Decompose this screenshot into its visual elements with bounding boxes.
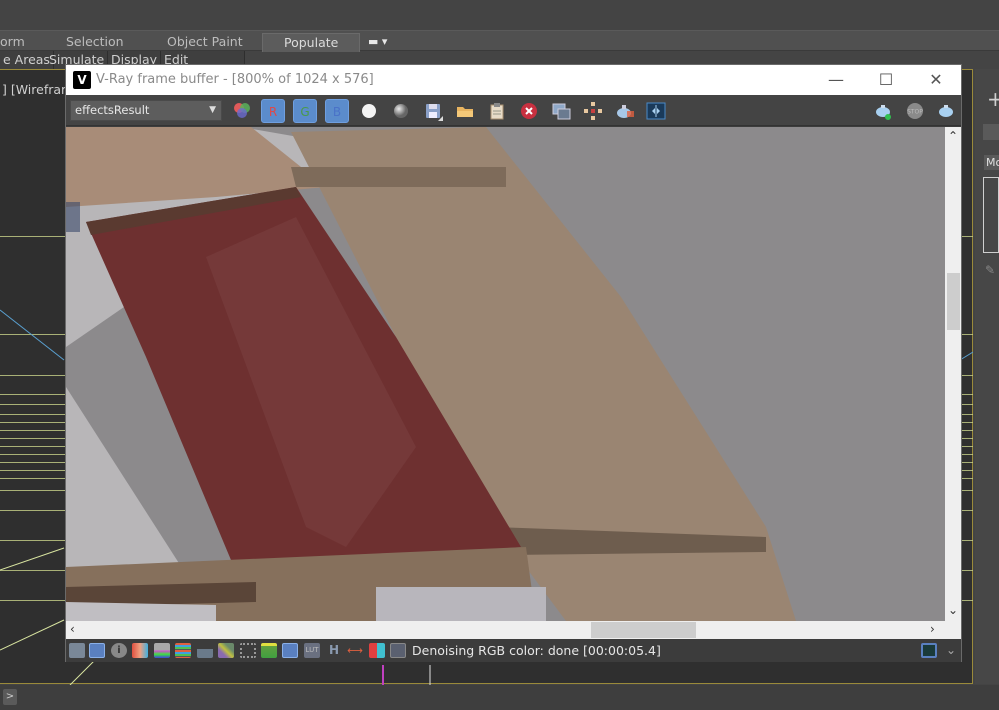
vray-logo-icon: V: [73, 71, 91, 89]
ribbon-tab-selection[interactable]: Selection: [66, 33, 124, 52]
stop-render-icon[interactable]: STOP: [903, 99, 927, 123]
modifier-stack[interactable]: [983, 177, 999, 253]
background-icon[interactable]: [261, 643, 277, 658]
rgb-mode-icon[interactable]: [230, 99, 254, 123]
channel-select[interactable]: effectsResult ▼: [70, 100, 222, 121]
pin-icon[interactable]: ✎: [985, 263, 995, 277]
ribbon-tabs: orm Selection Object Paint Populate ▬ ▾: [0, 30, 999, 52]
lut-icon[interactable]: LUT: [304, 643, 320, 658]
layers-icon[interactable]: [89, 643, 105, 658]
command-panel: + Mo ✎: [975, 69, 999, 684]
vfb-toolbar: effectsResult ▼ R G B STOP: [66, 95, 961, 126]
settings-icon[interactable]: [390, 643, 406, 658]
minimize-button[interactable]: —: [811, 65, 861, 95]
horizontal-scrollbar[interactable]: ‹ ›: [66, 621, 961, 639]
white-mono-icon[interactable]: [357, 99, 381, 123]
red-channel-button[interactable]: R: [261, 99, 285, 123]
lens-effects-icon[interactable]: [240, 643, 256, 658]
ribbon-options-icon[interactable]: ▬ ▾: [368, 33, 387, 52]
blue-channel-button[interactable]: B: [325, 99, 349, 123]
compare-ab-icon[interactable]: [644, 99, 668, 123]
render-image-canvas[interactable]: [66, 127, 945, 621]
vertical-scroll-thumb[interactable]: [947, 273, 960, 330]
channel-select-value: effectsResult: [75, 103, 150, 117]
duplicate-vfb-icon[interactable]: [549, 99, 573, 123]
white-balance-icon[interactable]: ⟷: [347, 643, 363, 658]
scroll-down-arrow-icon[interactable]: ⌄: [948, 603, 958, 617]
green-channel-button[interactable]: G: [293, 99, 317, 123]
horizontal-scroll-thumb[interactable]: [591, 622, 696, 638]
save-icon[interactable]: [421, 99, 445, 123]
bottom-bar: >: [0, 685, 999, 710]
alpha-mono-icon[interactable]: [389, 99, 413, 123]
filmic-icon[interactable]: [369, 643, 385, 658]
ribbon-tab-transform[interactable]: orm: [0, 33, 25, 52]
curves-icon[interactable]: [218, 643, 234, 658]
track-mouse-icon[interactable]: [581, 99, 605, 123]
ribbon-tab-populate[interactable]: Populate: [262, 33, 361, 52]
scroll-up-arrow-icon[interactable]: ⌃: [948, 129, 958, 143]
render-interactive-icon[interactable]: [871, 99, 895, 123]
render-icon[interactable]: [934, 99, 958, 123]
create-plus-icon[interactable]: +: [987, 87, 999, 111]
vfb-titlebar[interactable]: V V-Ray frame buffer - [800% of 1024 x 5…: [66, 65, 961, 95]
max-titlebar-area: [0, 0, 999, 30]
viewport-label[interactable]: ] [Wirefram: [2, 82, 73, 97]
expand-arrow-icon[interactable]: >: [3, 689, 17, 705]
info-icon[interactable]: i: [111, 643, 127, 658]
rendered-image: [66, 127, 945, 621]
histogram-icon[interactable]: [197, 643, 213, 658]
maximize-button[interactable]: ☐: [861, 65, 911, 95]
open-folder-icon[interactable]: [453, 99, 477, 123]
vertical-scrollbar[interactable]: ⌃ ⌄: [945, 127, 961, 621]
status-text: Denoising RGB color: done [00:00:05.4]: [412, 643, 661, 658]
window-title: V-Ray frame buffer - [800% of 1024 x 576…: [96, 72, 374, 87]
render-region-icon[interactable]: [613, 99, 637, 123]
vfb-status-bar: i LUT H ⟷ Denoising RGB color: done [00:…: [66, 639, 961, 662]
display-correction-icon[interactable]: [69, 643, 85, 658]
panel-field[interactable]: [983, 124, 999, 140]
chevron-down-icon: ▼: [209, 105, 216, 115]
scroll-left-arrow-icon[interactable]: ‹: [70, 622, 75, 636]
exposure-curve-icon[interactable]: [282, 643, 298, 658]
levels-icon[interactable]: [175, 643, 191, 658]
clipboard-icon[interactable]: [485, 99, 509, 123]
h-icon[interactable]: H: [326, 643, 342, 658]
close-button[interactable]: ✕: [911, 65, 961, 95]
toggle-panel-icon[interactable]: [921, 643, 937, 658]
vray-frame-buffer-window: V V-Ray frame buffer - [800% of 1024 x 5…: [65, 64, 962, 662]
clear-image-icon[interactable]: [517, 99, 541, 123]
svg-text:STOP: STOP: [907, 109, 923, 116]
expand-icon[interactable]: ⌄: [943, 643, 959, 658]
modifier-list-label[interactable]: Mo: [984, 155, 999, 170]
scroll-right-arrow-icon[interactable]: ›: [930, 622, 935, 636]
hsl-icon[interactable]: [154, 643, 170, 658]
color-balance-icon[interactable]: [132, 643, 148, 658]
ribbon-tab-object-paint[interactable]: Object Paint: [167, 33, 243, 52]
